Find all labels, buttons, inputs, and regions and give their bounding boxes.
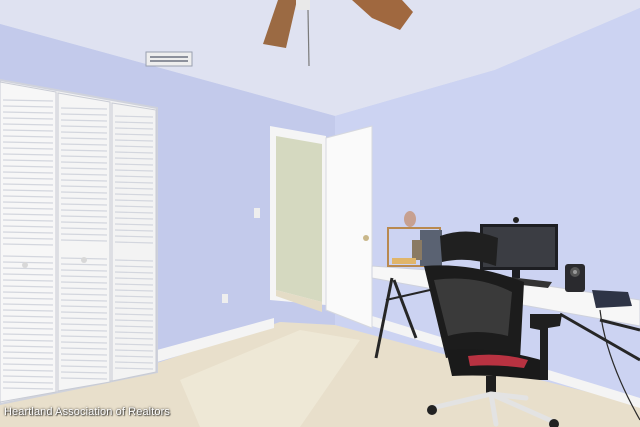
wall-outlet xyxy=(222,294,228,303)
desk-speaker xyxy=(565,264,585,292)
bedroom-scene: Heartland Association of Realtors xyxy=(0,0,640,427)
decor-vase xyxy=(404,211,416,227)
interior-door xyxy=(325,125,373,329)
watermark-text: Heartland Association of Realtors xyxy=(4,406,170,418)
hallway-wall xyxy=(276,136,322,302)
desk-item xyxy=(592,290,632,308)
closet xyxy=(0,78,158,406)
doorway xyxy=(270,126,326,312)
room-illustration xyxy=(0,0,640,427)
closet-knob-left xyxy=(22,262,28,268)
air-vent xyxy=(145,51,193,67)
webcam xyxy=(513,217,519,223)
chair-gas-lift xyxy=(486,376,496,394)
door-knob xyxy=(363,235,369,241)
light-switch xyxy=(254,208,260,218)
chair-wheel xyxy=(427,405,437,415)
closet-knob-right xyxy=(81,257,87,263)
